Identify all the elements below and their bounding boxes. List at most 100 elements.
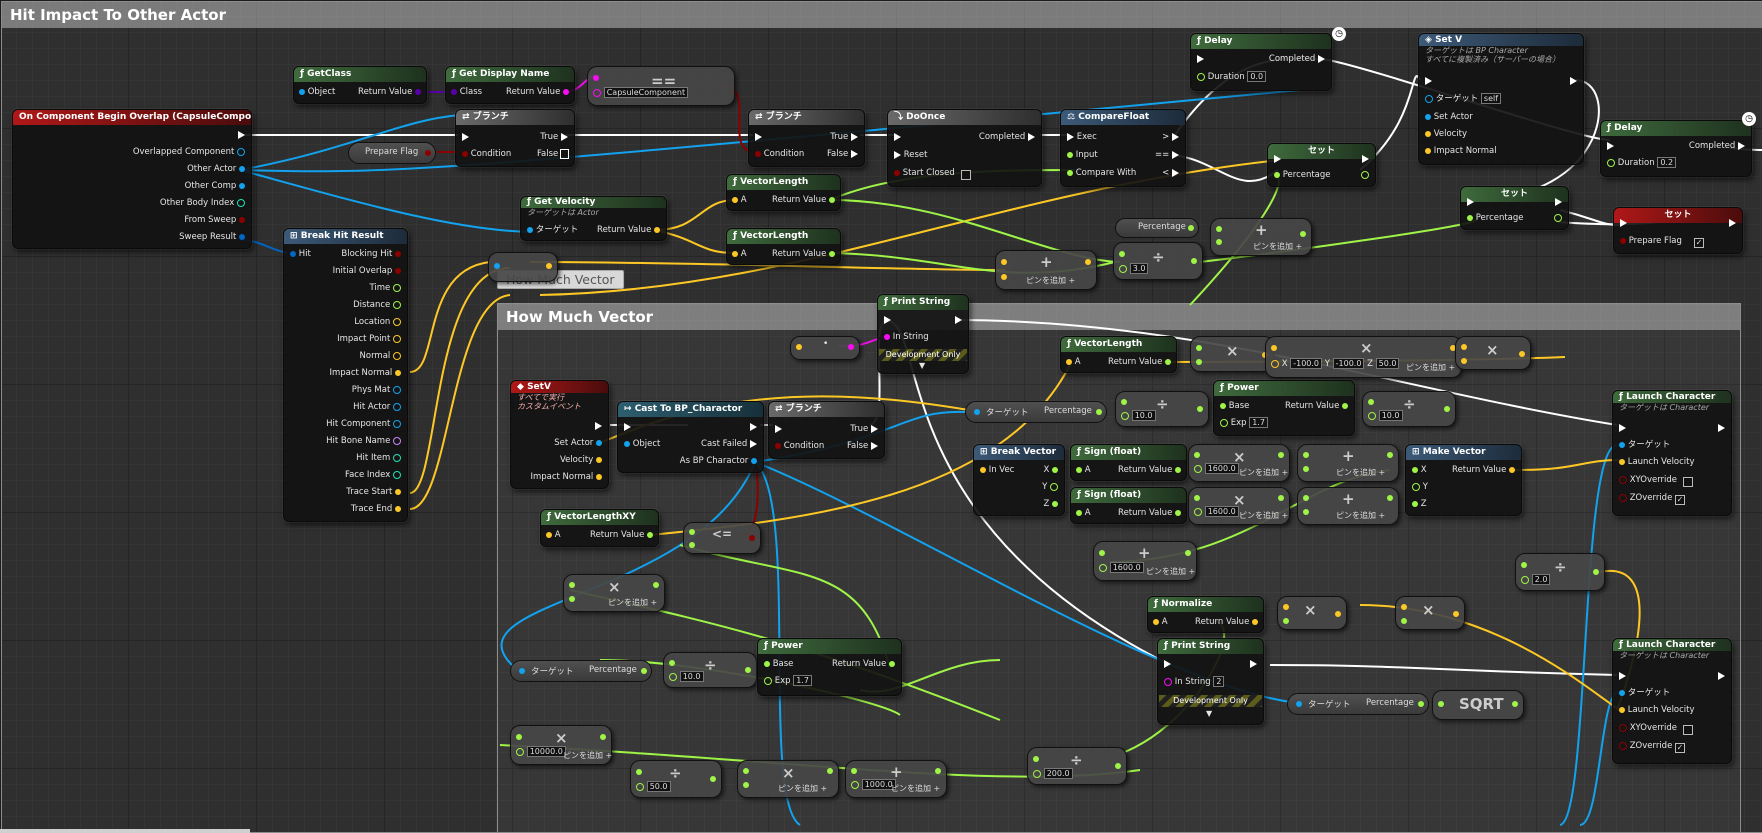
pin-return[interactable]: Return Value [1285, 401, 1348, 412]
pin-out[interactable] [1519, 349, 1525, 360]
pin-b[interactable]: 2.0 [1521, 574, 1551, 586]
pin-duration[interactable]: Duration 0.2 [1607, 157, 1677, 169]
pin-hit-item[interactable]: Hit Item [356, 453, 401, 464]
pin-a[interactable] [1283, 602, 1289, 613]
pin-b[interactable]: 1000.0 [851, 779, 896, 791]
exec-in[interactable] [775, 424, 782, 435]
pin-input[interactable]: Input [1067, 150, 1098, 161]
add-pin-button[interactable]: ピンを追加 + [1239, 467, 1288, 478]
node-multiply-1600-a[interactable]: × 1600.0 ピンを追加 + [1188, 444, 1290, 482]
pin-a[interactable] [1303, 450, 1309, 461]
pin-trace-end[interactable]: Trace End [351, 504, 401, 515]
exec-out[interactable] [1250, 659, 1257, 670]
node-vector-length-1[interactable]: ƒ VectorLength A Return Value [726, 174, 841, 211]
node-get-display-name[interactable]: ƒ Get Display Name Class Return Value [445, 66, 575, 104]
node-branch-2[interactable]: ⇄ ブランチ True Condition False [748, 109, 865, 167]
pin-set-actor[interactable]: Set Actor [1425, 112, 1473, 123]
node-normalize[interactable]: ƒ Normalize A Return Value [1147, 596, 1264, 633]
xy-override-checkbox[interactable] [1683, 725, 1693, 735]
expand-chevron-icon[interactable]: ▼ [919, 361, 925, 370]
comment-title-sub[interactable]: How Much Vector [498, 304, 1740, 330]
node-do-once[interactable]: ⤵ DoOnce Completed Reset Start Closed [887, 109, 1042, 187]
node-divide-2[interactable]: ÷ 2.0 [1515, 553, 1605, 591]
pin-b[interactable]: 1600.0 [1194, 506, 1239, 518]
pin-a[interactable] [1119, 249, 1125, 260]
pin-exp[interactable]: Exp 1.7 [764, 675, 812, 687]
pin-a[interactable] [1196, 343, 1202, 354]
pin-a[interactable] [743, 766, 749, 777]
node-multiply-vector[interactable]: × X -100.0 Y -100.0 Z 50.0 ピンを追加 + [1265, 336, 1462, 378]
pin-out[interactable] [1554, 213, 1562, 224]
node-delay-1[interactable]: ƒ Delay Completed Duration 0.0 [1190, 33, 1332, 91]
pin-velocity[interactable]: Velocity [1425, 129, 1467, 140]
pin-return[interactable]: Return Value [1118, 508, 1181, 519]
pin-normal[interactable]: Normal [360, 351, 401, 362]
pin-a[interactable] [1401, 602, 1407, 613]
exec-out[interactable] [955, 315, 962, 326]
pin-b[interactable]: 1600.0 [1194, 463, 1239, 475]
pin-out[interactable] [1444, 404, 1450, 415]
exec-in[interactable]: Exec [1067, 132, 1097, 143]
z-override-checkbox[interactable]: ✓ [1675, 743, 1685, 753]
node-branch-1[interactable]: ⇄ ブランチ True Condition False [455, 109, 575, 167]
pin-a[interactable] [851, 766, 857, 777]
pin-in[interactable] [796, 342, 802, 353]
pin-compare-with[interactable]: Compare With [1067, 168, 1136, 179]
var-prepare-flag[interactable]: Prepare Flag [348, 142, 436, 164]
node-set-percentage-1[interactable]: セット Percentage [1267, 143, 1376, 187]
pin-cast-failed[interactable]: Cast Failed [701, 439, 757, 450]
pin-return[interactable]: Return Value [506, 87, 569, 98]
pin-return[interactable]: Return Value [358, 87, 421, 98]
pin-a[interactable] [1001, 257, 1007, 268]
pin-b[interactable] [1461, 356, 1467, 367]
node-branch-3[interactable]: ⇄ ブランチ True Condition False [768, 401, 885, 459]
exec-in[interactable] [1197, 54, 1204, 65]
pin-out[interactable] [641, 668, 647, 674]
pin-b[interactable] [1303, 507, 1309, 518]
exec-in[interactable] [755, 132, 762, 143]
pin-b[interactable] [1283, 616, 1289, 627]
pin-return[interactable]: Return Value [1195, 617, 1258, 628]
pin-a[interactable] [593, 73, 599, 84]
pin-as-bp-charactor[interactable]: As BP Charactor [680, 456, 757, 467]
node-multiply-2[interactable]: × [1455, 336, 1531, 370]
pin-completed[interactable]: Completed [1689, 141, 1745, 152]
node-less-equal[interactable]: <= [683, 522, 761, 554]
exec-out[interactable] [1555, 197, 1562, 208]
pin-launch-velocity[interactable]: Launch Velocity [1619, 705, 1695, 716]
pin-a[interactable] [1099, 548, 1105, 559]
pin-b[interactable] [1401, 616, 1407, 627]
pin-hit[interactable]: Hit [290, 249, 311, 260]
add-pin-button[interactable]: ピンを追加 + [1336, 467, 1385, 478]
pin-impact-point[interactable]: Impact Point [337, 334, 401, 345]
pin-z[interactable]: Z [1043, 499, 1058, 510]
exec-out[interactable] [1718, 671, 1725, 682]
node-multiply-normalize-2[interactable]: × [1395, 596, 1465, 630]
pin-a[interactable] [1194, 493, 1200, 504]
pin-target[interactable]: ターゲット [1619, 440, 1670, 451]
node-vector-length-2[interactable]: ƒ VectorLength A Return Value [726, 228, 841, 265]
pin-b[interactable] [743, 780, 749, 791]
pin-exp[interactable]: Exp 1.7 [1220, 417, 1268, 429]
add-pin-button[interactable]: ピンを追加 + [563, 750, 612, 761]
pin-xy-override[interactable]: XYOverride [1619, 475, 1677, 486]
horizontal-scrollbar[interactable] [0, 829, 250, 833]
pin-return[interactable]: Return Value [597, 225, 660, 236]
pin-location[interactable]: Location [354, 317, 401, 328]
node-vector-length-3[interactable]: ƒ VectorLength A Return Value [1060, 336, 1177, 373]
exec-in[interactable] [1620, 218, 1627, 229]
pin-completed[interactable]: Completed [1269, 54, 1325, 65]
pin-return[interactable]: Return Value [1118, 465, 1181, 476]
pin-x[interactable]: X [1043, 465, 1058, 476]
pin-reset[interactable]: Reset [894, 150, 927, 161]
node-add-1[interactable]: + ピンを追加 + [1210, 218, 1312, 256]
pin-object[interactable]: Object [299, 87, 335, 98]
pin-other-actor[interactable]: Other Actor [187, 164, 245, 175]
node-multiply-10000[interactable]: × 10000.0 ピンを追加 + [510, 725, 612, 765]
pin-out[interactable] [1387, 493, 1393, 504]
node-print-string-2[interactable]: ƒ Print String In String 2 Development O… [1157, 638, 1264, 725]
pin-out[interactable] [546, 261, 552, 272]
pin-b[interactable]: 10.0 [1368, 410, 1403, 422]
start-closed-checkbox[interactable] [961, 170, 971, 180]
pin-out[interactable] [653, 580, 659, 591]
